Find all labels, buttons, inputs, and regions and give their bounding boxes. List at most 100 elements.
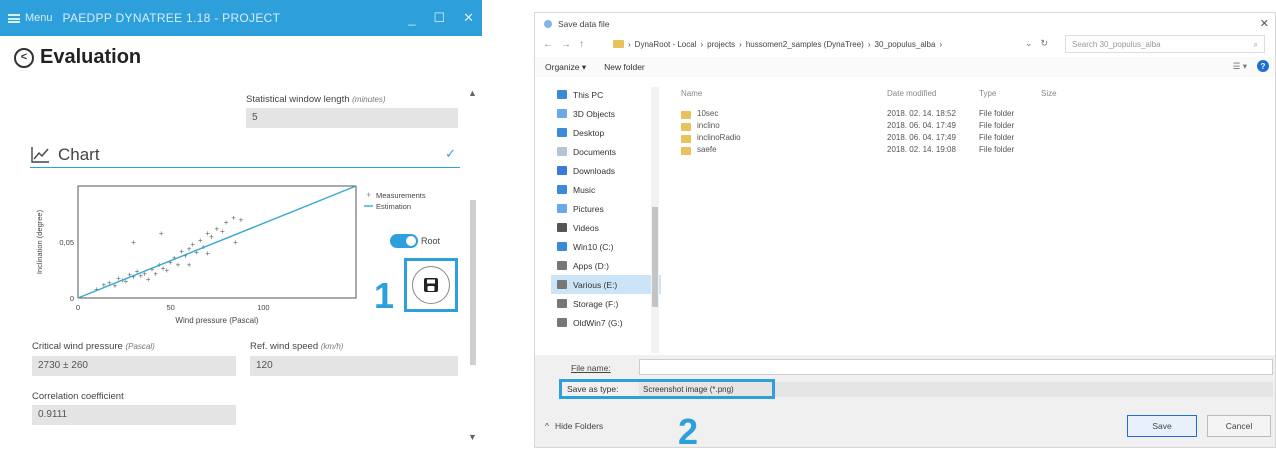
statistical-window-input[interactable]: 5: [246, 108, 458, 128]
navigation-pane: This PC 3D Objects Desktop Documents Downloa…: [551, 85, 661, 355]
file-name-input[interactable]: [639, 359, 1273, 375]
nav-item-label: Videos: [573, 222, 599, 233]
refresh-icon[interactable]: ↻: [1041, 38, 1049, 49]
chart-section-header[interactable]: Chart ✓: [30, 142, 460, 168]
drive-folder-icon: [557, 185, 567, 194]
x-tick-label: 50: [166, 303, 174, 312]
new-folder-button[interactable]: New folder: [604, 62, 645, 72]
folder-icon: [681, 123, 691, 131]
expand-chevron-icon[interactable]: ✓: [445, 146, 456, 162]
nav-item[interactable]: Videos: [551, 218, 661, 237]
folder-icon: [681, 111, 691, 119]
nav-item[interactable]: Pictures: [551, 199, 661, 218]
cancel-button[interactable]: Cancel: [1207, 415, 1271, 437]
column-size[interactable]: Size: [1041, 89, 1057, 98]
breadcrumb-3[interactable]: 30_populus_alba: [875, 40, 936, 49]
drive-folder-icon: [557, 261, 567, 270]
address-bar[interactable]: › DynaRoot - Local › projects › hussomen…: [609, 35, 1019, 53]
nav-item[interactable]: This PC: [551, 85, 661, 104]
file-row[interactable]: inclino 2018. 06. 04. 17:49 File folder: [675, 121, 1265, 133]
x-axis-label: Wind pressure (Pascal): [175, 316, 258, 325]
scroll-up-arrow-icon[interactable]: ▲: [468, 88, 477, 98]
drive-folder-icon: [557, 318, 567, 327]
nav-item-label: Desktop: [573, 127, 605, 138]
hide-folders-button[interactable]: ^ Hide Folders: [545, 421, 603, 431]
menu-button[interactable]: Menu: [8, 12, 53, 24]
column-name[interactable]: Name: [681, 89, 702, 98]
legend-entry-measurements: Measurements: [376, 191, 426, 200]
scrollbar-thumb[interactable]: [470, 200, 476, 365]
nav-item[interactable]: Win10 (C:): [551, 237, 661, 256]
nav-item-label: OldWin7 (G:): [573, 317, 623, 328]
breadcrumb-2[interactable]: hussomen2_samples (DynaTree): [746, 40, 864, 49]
nav-item[interactable]: Apps (D:): [551, 256, 661, 275]
file-type: File folder: [979, 145, 1015, 154]
maximize-button[interactable]: ☐: [433, 10, 445, 26]
nav-item[interactable]: Various (E:): [551, 275, 661, 294]
measurement-point: +: [146, 275, 151, 284]
minimize-button[interactable]: _: [408, 11, 415, 26]
root-toggle[interactable]: [390, 234, 418, 248]
save-as-type-highlight-box: [559, 379, 775, 399]
view-options-icon[interactable]: ☰ ▾: [1233, 61, 1247, 72]
measurement-point: +: [187, 260, 192, 269]
file-row[interactable]: inclinoRadio 2018. 06. 04. 17:49 File fold…: [675, 133, 1265, 145]
chevron-up-icon: ^: [545, 421, 549, 431]
app-titlebar: Menu PAEDPP DYNATREE 1.18 - PROJECT _ ☐ …: [0, 0, 482, 36]
ref-wind-speed-input[interactable]: 120: [250, 356, 458, 376]
file-name-label: File name:: [571, 363, 611, 373]
root-toggle-label: Root: [421, 236, 441, 246]
save-chart-button[interactable]: [412, 266, 450, 304]
nav-item[interactable]: Desktop: [551, 123, 661, 142]
toggle-knob: [406, 236, 416, 246]
back-arrow-icon[interactable]: ←: [543, 39, 553, 50]
file-name: inclinoRadio: [697, 133, 741, 142]
y-tick-label: 0: [70, 294, 74, 303]
drive-folder-icon: [557, 147, 567, 156]
nav-item[interactable]: Music: [551, 180, 661, 199]
organize-menu[interactable]: Organize ▾: [545, 62, 586, 73]
file-row[interactable]: 10sec 2018. 02. 14. 18:52 File folder: [675, 109, 1265, 121]
menu-label: Menu: [25, 12, 53, 24]
help-icon[interactable]: ?: [1257, 60, 1269, 72]
nav-item[interactable]: 3D Objects: [551, 104, 661, 123]
dialog-close-button[interactable]: ✕: [1260, 17, 1269, 30]
nav-item-label: Downloads: [573, 165, 616, 176]
drive-folder-icon: [557, 204, 567, 213]
measurement-point: +: [131, 238, 136, 247]
scroll-down-arrow-icon[interactable]: ▼: [468, 432, 477, 442]
dropdown-chevron-icon[interactable]: ⌄: [1025, 38, 1033, 49]
forward-arrow-icon[interactable]: →: [561, 39, 571, 50]
folder-icon: [681, 147, 691, 155]
nav-item[interactable]: Downloads: [551, 161, 661, 180]
drive-folder-icon: [557, 280, 567, 289]
column-type[interactable]: Type: [979, 89, 996, 98]
save-button[interactable]: Save: [1127, 415, 1197, 437]
up-arrow-icon[interactable]: ↑: [579, 39, 584, 50]
search-icon: ⌕: [1253, 40, 1258, 49]
line-chart-icon: [31, 146, 49, 163]
column-date[interactable]: Date modified: [887, 89, 936, 98]
nav-item[interactable]: OldWin7 (G:): [551, 313, 661, 332]
breadcrumb-0[interactable]: DynaRoot - Local: [635, 40, 697, 49]
column-headers: Name Date modified Type Size: [675, 89, 1265, 103]
nav-scrollbar[interactable]: [651, 87, 659, 353]
nav-scrollbar-thumb[interactable]: [652, 207, 658, 307]
file-date: 2018. 06. 04. 17:49: [887, 121, 956, 130]
nav-item-label: Win10 (C:): [573, 241, 614, 252]
back-button[interactable]: <: [14, 47, 34, 68]
statistical-window-label: Statistical window length (minutes): [246, 94, 386, 105]
file-date: 2018. 06. 04. 17:49: [887, 133, 956, 142]
breadcrumb-1[interactable]: projects: [707, 40, 735, 49]
nav-item[interactable]: Storage (F:): [551, 294, 661, 313]
measurement-point: +: [176, 260, 181, 269]
nav-item[interactable]: Documents: [551, 142, 661, 161]
x-ticks: 0 50 100: [76, 303, 270, 312]
close-button[interactable]: ✕: [463, 10, 474, 26]
search-input[interactable]: Search 30_populus_alba ⌕: [1065, 35, 1265, 53]
file-row[interactable]: saefe 2018. 02. 14. 19:08 File folder: [675, 145, 1265, 157]
nav-item-label: Music: [573, 184, 596, 195]
file-name: inclino: [697, 121, 720, 130]
legend: + Measurements Estimation: [364, 190, 426, 211]
measurement-point: +: [220, 227, 225, 236]
